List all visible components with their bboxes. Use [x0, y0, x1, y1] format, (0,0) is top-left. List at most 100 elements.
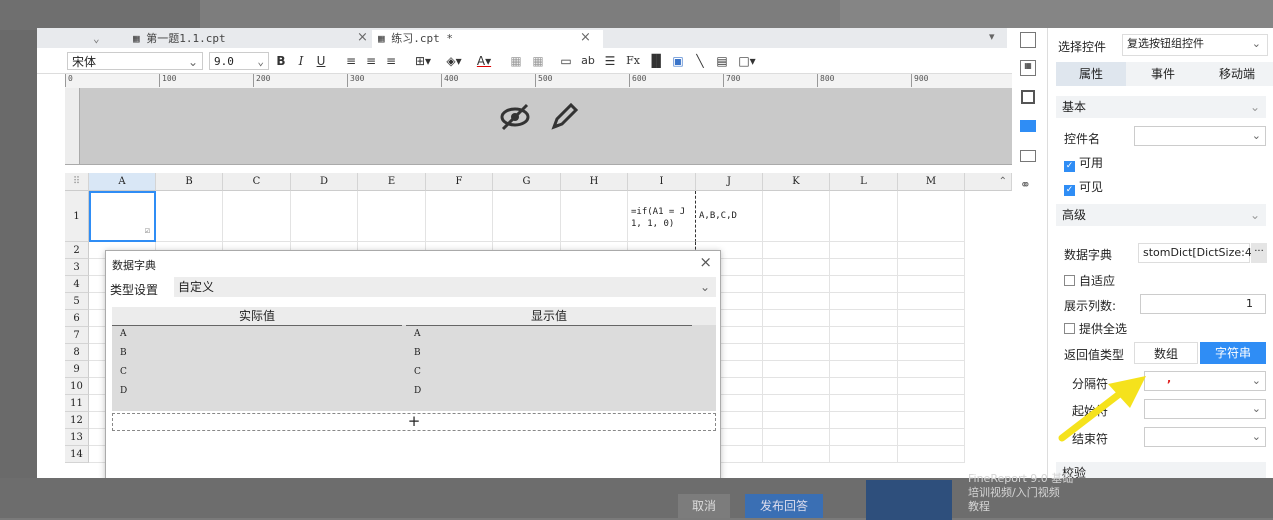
row-header-3[interactable]: 3: [65, 259, 89, 276]
column-header-f[interactable]: F: [426, 173, 493, 191]
promo-text[interactable]: FineReport 9.0 基础 培训视频/入门视频 教程: [968, 472, 1073, 514]
dict-row-display[interactable]: C: [414, 367, 421, 377]
grid-cell[interactable]: [763, 429, 830, 446]
column-header-l[interactable]: L: [830, 173, 898, 191]
dict-row-actual[interactable]: A: [120, 329, 127, 339]
grid-cell[interactable]: [898, 446, 965, 463]
font-size-select[interactable]: 9.0 ⌄: [209, 52, 269, 70]
separator-input[interactable]: , ⌄: [1144, 371, 1266, 391]
chart-icon[interactable]: ▐▌: [647, 52, 665, 70]
grid-cell[interactable]: [830, 293, 898, 310]
grid-cell[interactable]: [763, 361, 830, 378]
grid-cell[interactable]: [830, 259, 898, 276]
row-header-1[interactable]: 1: [65, 191, 89, 242]
cell-b1[interactable]: [156, 191, 223, 242]
widget-settings-icon[interactable]: [1020, 120, 1036, 132]
grid-cell[interactable]: [763, 412, 830, 429]
start-input[interactable]: ⌄: [1144, 399, 1266, 419]
image-icon[interactable]: ▣: [669, 52, 687, 70]
row-header-14[interactable]: 14: [65, 446, 89, 463]
select-control-dropdown[interactable]: 复选按钮组控件 ⌄: [1122, 34, 1268, 56]
section-basic[interactable]: 基本 ⌄: [1056, 96, 1266, 118]
row-header-12[interactable]: 12: [65, 412, 89, 429]
font-color-icon[interactable]: A▾: [472, 52, 496, 70]
dict-row-actual[interactable]: B: [120, 348, 127, 358]
section-advanced[interactable]: 高级 ⌄: [1056, 204, 1266, 226]
display-cols-spinner[interactable]: 1: [1140, 294, 1266, 314]
border-icon[interactable]: ⊞▾: [412, 52, 434, 70]
dialog-close-icon[interactable]: ×: [699, 253, 712, 271]
cell-d1[interactable]: [291, 191, 358, 242]
adaptive-checkbox[interactable]: 自适应: [1064, 272, 1115, 289]
column-header-c[interactable]: C: [223, 173, 291, 191]
dict-row-display[interactable]: B: [414, 348, 421, 358]
column-header-b[interactable]: B: [156, 173, 223, 191]
row-header-13[interactable]: 13: [65, 429, 89, 446]
row-header-8[interactable]: 8: [65, 344, 89, 361]
frame-icon[interactable]: [1021, 90, 1035, 104]
text-icon[interactable]: ab: [577, 52, 599, 70]
publish-answer-button[interactable]: 发布回答: [745, 494, 823, 518]
cancel-button[interactable]: 取消: [678, 494, 730, 518]
column-header-h[interactable]: H: [561, 173, 628, 191]
formula-icon[interactable]: Fx: [622, 52, 644, 70]
row-header-7[interactable]: 7: [65, 327, 89, 344]
grid-cell[interactable]: [763, 276, 830, 293]
promo-thumbnail[interactable]: [866, 480, 952, 520]
dict-row-display[interactable]: A: [414, 329, 421, 339]
cell-m1[interactable]: [898, 191, 965, 242]
edit-pencil-icon[interactable]: [549, 100, 579, 132]
return-type-string-button[interactable]: 字符串: [1200, 342, 1266, 364]
tab-menu-icon[interactable]: ▾: [989, 30, 995, 43]
grid-cell[interactable]: [830, 446, 898, 463]
tab-mobile[interactable]: 移动端: [1202, 62, 1272, 86]
grid-cell[interactable]: [830, 276, 898, 293]
row-header-10[interactable]: 10: [65, 378, 89, 395]
tab-file-1[interactable]: ▦ 第一题1.1.cpt: [127, 30, 363, 48]
grid-cell[interactable]: [830, 378, 898, 395]
grid-cell[interactable]: [898, 259, 965, 276]
cell-a1-selected[interactable]: ☑: [89, 191, 156, 242]
tab-dropdown-icon[interactable]: ⌄: [87, 30, 100, 48]
column-header-a[interactable]: A: [89, 173, 156, 191]
merge-cells-icon[interactable]: ▦: [507, 52, 525, 70]
dict-row-actual[interactable]: D: [120, 386, 127, 396]
cell-attribute-icon[interactable]: [1020, 32, 1036, 48]
row-header-4[interactable]: 4: [65, 276, 89, 293]
select-all-checkbox[interactable]: 提供全选: [1064, 320, 1127, 337]
scroll-up-icon[interactable]: ⌃: [999, 173, 1007, 191]
tab-properties[interactable]: 属性: [1056, 62, 1126, 86]
tab-file-2-close-icon[interactable]: ×: [580, 30, 591, 45]
slash-icon[interactable]: ╲: [691, 52, 709, 70]
grid-cell[interactable]: [763, 242, 830, 259]
align-left-icon[interactable]: ≡: [342, 52, 360, 70]
end-input[interactable]: ⌄: [1144, 427, 1266, 447]
row-header-2[interactable]: 2: [65, 242, 89, 259]
subreport-icon[interactable]: ▤: [713, 52, 731, 70]
grid-cell[interactable]: [763, 344, 830, 361]
cell-e1[interactable]: [358, 191, 426, 242]
visible-checkbox[interactable]: ✓ 可见: [1064, 178, 1103, 196]
grid-cell[interactable]: [763, 310, 830, 327]
paragraph-icon[interactable]: ☰: [601, 52, 619, 70]
cell-i1[interactable]: =if(A1 = J 1, 1, 0): [628, 191, 696, 242]
insert-cell-icon[interactable]: ▭: [557, 52, 575, 70]
style-icon[interactable]: ▦: [1020, 60, 1036, 76]
tab-file-1-close-icon[interactable]: ×: [357, 30, 368, 45]
condition-icon[interactable]: [1020, 150, 1036, 162]
hidden-eye-icon[interactable]: [499, 102, 533, 132]
section-check[interactable]: 校验: [1056, 462, 1266, 478]
control-name-input[interactable]: ⌄: [1134, 126, 1266, 146]
column-header-j[interactable]: J: [696, 173, 763, 191]
grid-cell[interactable]: [763, 378, 830, 395]
grid-cell[interactable]: [898, 429, 965, 446]
grid-cell[interactable]: [898, 310, 965, 327]
align-center-icon[interactable]: ≡: [362, 52, 380, 70]
cell-j1[interactable]: A,B,C,D: [696, 191, 763, 242]
font-select[interactable]: 宋体 ⌄: [67, 52, 203, 70]
grid-cell[interactable]: [898, 242, 965, 259]
italic-button[interactable]: I: [293, 52, 309, 70]
row-header-9[interactable]: 9: [65, 361, 89, 378]
hyperlink-icon[interactable]: ⚭: [1020, 178, 1036, 194]
grid-cell[interactable]: [898, 395, 965, 412]
